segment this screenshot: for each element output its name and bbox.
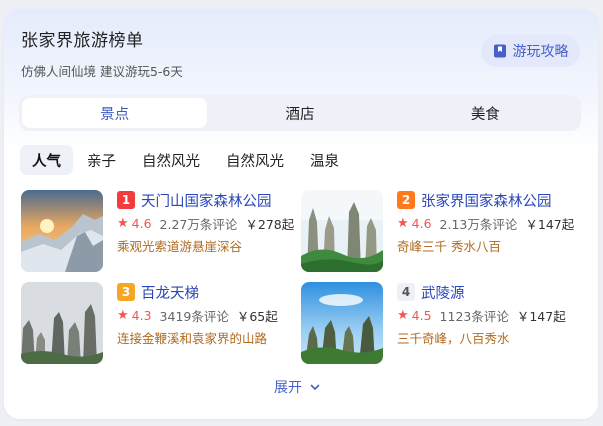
rating-score: 4.6 (411, 216, 432, 231)
price: ￥278起 (245, 217, 295, 232)
price: ￥147起 (525, 217, 575, 232)
tab-food[interactable]: 美食 (393, 98, 578, 128)
card-subtitle: 仿佛人间仙境 建议游玩5-6天 (21, 64, 183, 79)
attraction-name: 天门山国家森林公园 (141, 194, 272, 210)
expand-button[interactable]: 展开 (274, 377, 320, 397)
attraction-photo (301, 282, 383, 364)
price: ￥65起 (236, 309, 278, 324)
star-icon: ★ (117, 308, 129, 323)
review-count: 3419条评论 (159, 309, 229, 324)
chip-hot-spring[interactable]: 温泉 (298, 145, 351, 175)
chip-family[interactable]: 亲子 (75, 145, 128, 175)
rank-badge: 2 (397, 191, 415, 209)
rank-badge: 4 (397, 283, 415, 301)
travel-guide-label: 游玩攻略 (512, 44, 569, 60)
attraction-item-2[interactable]: 2 张家界国家森林公园 ★ 4.6 2.13万条评论 ￥147起 奇峰三千 秀水… (301, 190, 574, 272)
attraction-desc: 奇峰三千 秀水八百 (397, 239, 501, 254)
rating-score: 4.5 (411, 308, 432, 323)
price: ￥147起 (516, 309, 566, 324)
category-tabs: 景点 酒店 美食 (19, 95, 581, 131)
star-icon: ★ (117, 216, 129, 231)
chevron-down-icon (310, 384, 320, 390)
tab-hotels[interactable]: 酒店 (207, 98, 392, 128)
attraction-desc: 三千奇峰，八百秀水 (397, 331, 510, 346)
chip-nature-1[interactable]: 自然风光 (130, 145, 212, 175)
expand-label: 展开 (274, 380, 302, 396)
attraction-name: 武陵源 (421, 286, 465, 302)
filter-chips: 人气 亲子 自然风光 自然风光 温泉 (20, 145, 353, 175)
star-icon: ★ (397, 308, 409, 323)
attraction-meta: ★ 4.3 3419条评论 ￥65起 (117, 306, 278, 325)
attraction-photo (301, 190, 383, 272)
review-count: 2.27万条评论 (159, 217, 238, 232)
chip-popular[interactable]: 人气 (20, 145, 73, 175)
attraction-item-3[interactable]: 3 百龙天梯 ★ 4.3 3419条评论 ￥65起 连接金鞭溪和袁家界的山路 (21, 282, 291, 364)
rating-score: 4.3 (131, 308, 152, 323)
travel-guide-button[interactable]: 游玩攻略 (481, 35, 580, 67)
attraction-desc: 乘观光索道游悬崖深谷 (117, 239, 243, 254)
attraction-name: 百龙天梯 (141, 286, 199, 302)
rank-badge: 3 (117, 283, 135, 301)
book-icon (493, 44, 506, 58)
rank-badge: 1 (117, 191, 135, 209)
attraction-desc: 连接金鞭溪和袁家界的山路 (117, 331, 268, 346)
attraction-meta: ★ 4.6 2.27万条评论 ￥278起 (117, 214, 294, 233)
attraction-meta: ★ 4.5 1123条评论 ￥147起 (397, 306, 566, 325)
review-count: 2.13万条评论 (439, 217, 518, 232)
ranking-card: 张家界旅游榜单 仿佛人间仙境 建议游玩5-6天 游玩攻略 景点 酒店 美食 人气… (4, 9, 598, 419)
card-title: 张家界旅游榜单 (21, 31, 144, 51)
attraction-meta: ★ 4.6 2.13万条评论 ￥147起 (397, 214, 574, 233)
star-icon: ★ (397, 216, 409, 231)
chip-nature-2[interactable]: 自然风光 (214, 145, 296, 175)
attraction-photo (21, 282, 103, 364)
attraction-name: 张家界国家森林公园 (421, 194, 552, 210)
tab-attractions[interactable]: 景点 (22, 98, 208, 128)
attraction-item-1[interactable]: 1 天门山国家森林公园 ★ 4.6 2.27万条评论 ￥278起 乘观光索道游悬… (21, 190, 294, 272)
review-count: 1123条评论 (439, 309, 509, 324)
rating-score: 4.6 (131, 216, 152, 231)
attraction-photo (21, 190, 103, 272)
attraction-item-4[interactable]: 4 武陵源 ★ 4.5 1123条评论 ￥147起 三千奇峰，八百秀水 (301, 282, 571, 364)
